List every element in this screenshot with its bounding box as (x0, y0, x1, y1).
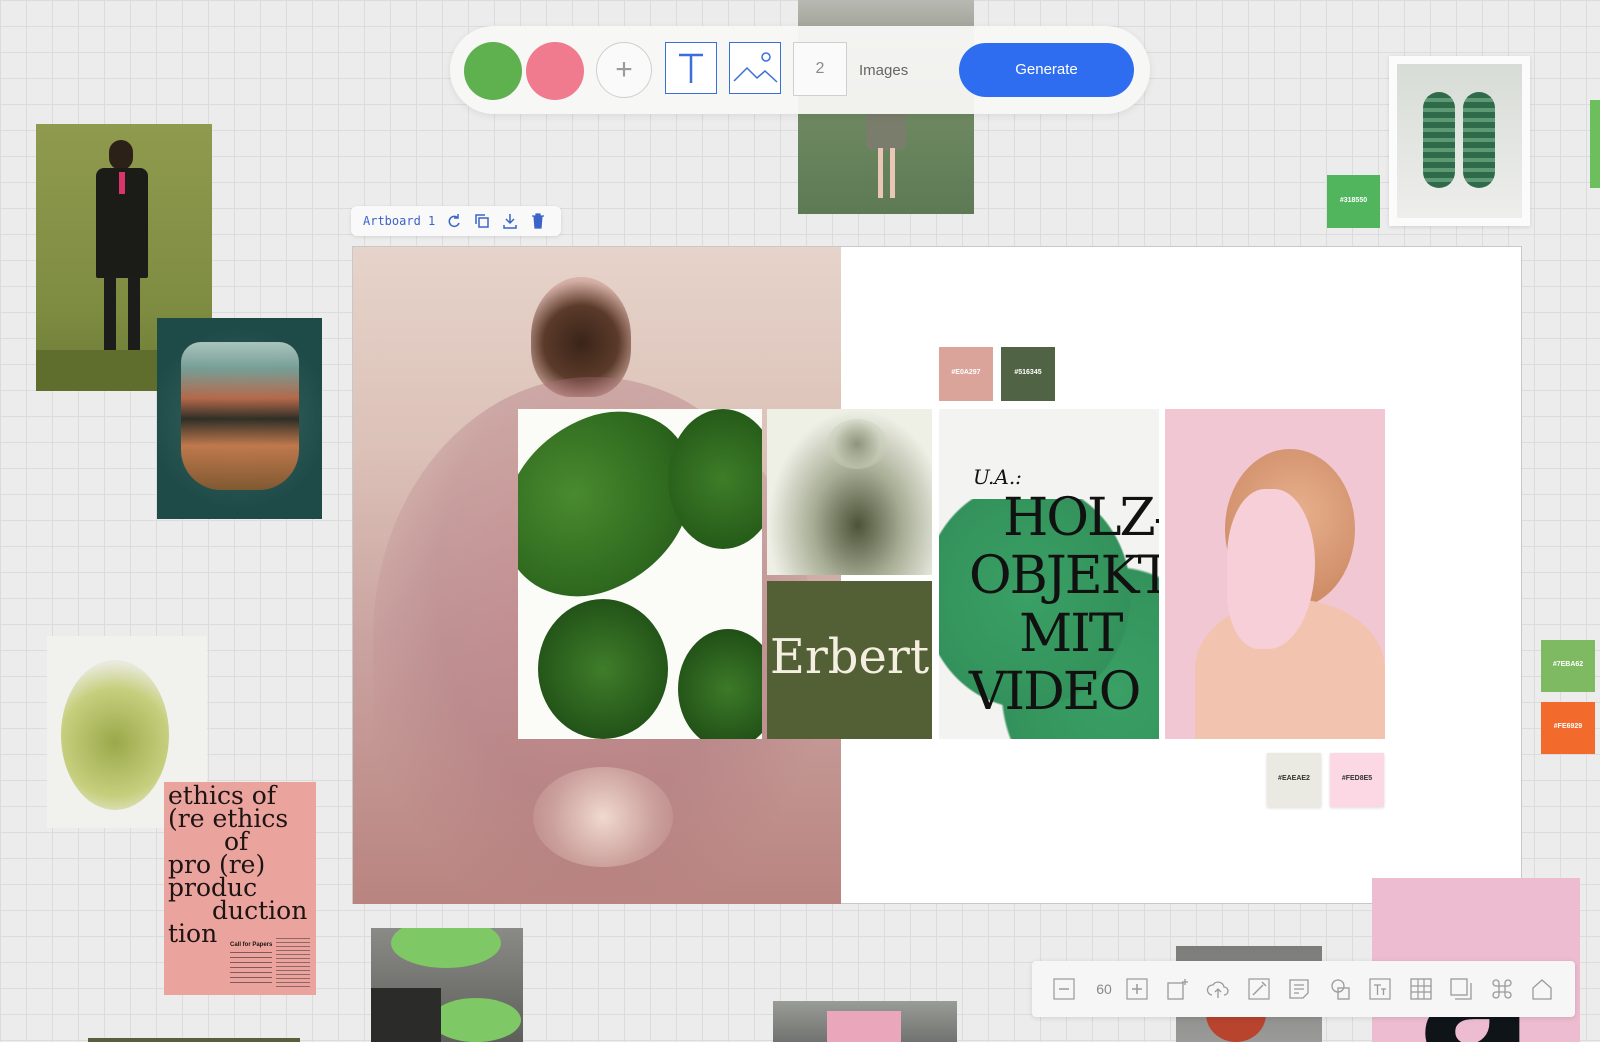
artboard-header: Artboard 1 (351, 206, 561, 236)
download-icon[interactable] (501, 212, 519, 230)
color-chip-e0a297[interactable]: #E0A297 (939, 347, 993, 401)
poster-line: HOLZ- (1003, 488, 1159, 548)
erbert-logo-text: Erbert (769, 629, 930, 685)
artboard-holz-poster[interactable]: U.A.: HOLZ- OBJEKT MIT VIDEO (939, 409, 1159, 739)
photo-pool-person[interactable] (371, 928, 523, 1042)
upload-icon[interactable] (1206, 977, 1230, 1001)
chip-label: #516345 (1014, 369, 1042, 376)
poster-heading: U.A.: (973, 465, 1022, 489)
generate-button[interactable]: Generate (959, 43, 1134, 97)
photo-green-shoes[interactable] (1389, 56, 1530, 226)
artboard-pink-portrait[interactable] (1165, 409, 1385, 739)
text-icon (679, 53, 703, 83)
color-chip-516345[interactable]: #516345 (1001, 347, 1055, 401)
chip-label: #E0A297 (951, 369, 981, 376)
zoom-in-icon[interactable] (1125, 977, 1149, 1001)
color-chip-318550[interactable]: #318550 (1327, 175, 1380, 228)
image-count-input[interactable]: 2 (793, 42, 847, 96)
canvas-toolbar: 60 (1032, 961, 1575, 1017)
poster-line: MIT (1019, 604, 1123, 664)
photo-glass-drink[interactable] (157, 318, 322, 519)
poster-line: VIDEO (969, 662, 1141, 722)
poster-ethics-of-reproduction[interactable]: ethics of (re ethics of pro (re) produc … (164, 782, 316, 995)
chip-label: #FE6929 (1553, 723, 1583, 730)
refresh-icon[interactable] (445, 212, 463, 230)
add-color-button[interactable]: + (596, 42, 652, 98)
image-icon (733, 52, 778, 83)
text-tool-button[interactable] (665, 42, 717, 94)
edge-tab-green (1590, 100, 1600, 188)
chip-label: #318550 (1339, 197, 1368, 204)
artboard[interactable]: Erbert U.A.: HOLZ- OBJEKT MIT VIDEO #E0A… (352, 246, 1522, 904)
poster-letter-a[interactable]: a (1372, 878, 1580, 1042)
duplicate-icon[interactable] (473, 212, 491, 230)
photo-trees-pink[interactable] (773, 1001, 957, 1042)
pink-color-swatch[interactable] (526, 42, 584, 100)
artboard-erbert-card[interactable]: Erbert (767, 581, 932, 739)
image-tool-button[interactable] (729, 42, 781, 94)
shapes-icon[interactable] (1328, 977, 1352, 1001)
chip-label: #7EBA62 (1552, 661, 1584, 668)
color-chip-7eba62[interactable]: #7EBA62 (1541, 640, 1595, 692)
poster-line: OBJEKT (969, 546, 1159, 606)
home-icon[interactable] (1530, 977, 1554, 1001)
image-count-label: Images (859, 62, 909, 79)
command-icon[interactable] (1490, 977, 1514, 1001)
generation-toolbar: + 2 Images Generate (450, 26, 1150, 114)
artboard-monstera-image[interactable] (518, 409, 762, 739)
layers-icon[interactable] (1449, 977, 1473, 1001)
artboard-blur-poster[interactable] (767, 409, 932, 575)
text-box-icon[interactable] (1368, 977, 1392, 1001)
grid-icon[interactable] (1409, 977, 1433, 1001)
color-chip-eaeae2[interactable]: #EAEAE2 (1267, 753, 1321, 807)
edge-strip-green (88, 1038, 300, 1042)
artboard-title[interactable]: Artboard 1 (363, 214, 435, 228)
green-color-swatch[interactable] (464, 42, 522, 100)
trash-icon[interactable] (529, 212, 547, 230)
eyedropper-icon[interactable] (1247, 977, 1271, 1001)
new-artboard-icon[interactable] (1166, 977, 1190, 1001)
ethics-call: Call for Papers (230, 942, 273, 948)
note-icon[interactable] (1287, 977, 1311, 1001)
color-chip-fed8e5[interactable]: #FED8E5 (1330, 753, 1384, 807)
zoom-out-icon[interactable] (1052, 977, 1076, 1001)
chip-label: #EAEAE2 (1278, 775, 1310, 782)
color-chip-fe6929[interactable]: #FE6929 (1541, 702, 1595, 754)
zoom-level: 60 (1096, 981, 1112, 997)
chip-label: #FED8E5 (1341, 775, 1373, 782)
